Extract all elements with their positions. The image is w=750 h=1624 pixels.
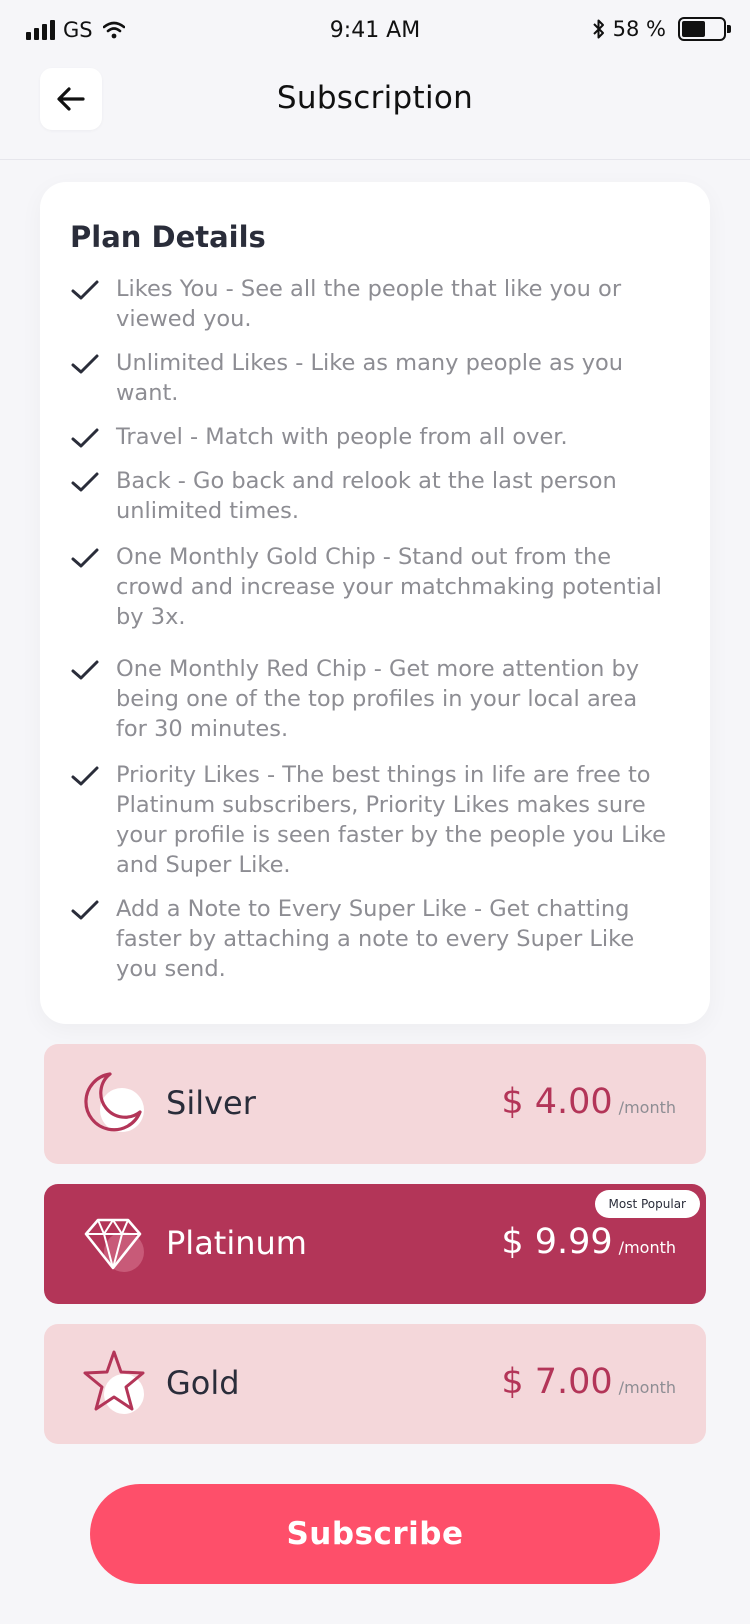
plan-details-title: Plan Details bbox=[70, 220, 266, 254]
battery-percent: 58 % bbox=[612, 17, 666, 41]
battery-nub bbox=[727, 25, 731, 33]
bluetooth-icon bbox=[592, 19, 604, 39]
feature-item: Back - Go back and relook at the last pe… bbox=[70, 466, 672, 526]
feature-text: Priority Likes - The best things in life… bbox=[116, 762, 667, 878]
price-amount: $ 7.00 bbox=[501, 1362, 613, 1402]
price-period: /month bbox=[618, 1238, 676, 1257]
feature-item: One Monthly Red Chip - Get more attentio… bbox=[70, 654, 672, 744]
tier-platinum[interactable]: Most Popular Platinum $ 9.99 /month bbox=[44, 1184, 706, 1304]
status-right: 58 % bbox=[591, 17, 731, 41]
status-bar: GS 9:41 AM 58 % bbox=[0, 0, 750, 60]
feature-text: Add a Note to Every Super Like - Get cha… bbox=[116, 896, 635, 982]
star-icon bbox=[83, 1350, 145, 1414]
feature-text: One Monthly Red Chip - Get more attentio… bbox=[116, 656, 640, 742]
price-period: /month bbox=[618, 1098, 676, 1117]
feature-text: Unlimited Likes - Like as many people as… bbox=[116, 350, 624, 406]
moon-icon bbox=[84, 1072, 144, 1132]
price-amount: $ 4.00 bbox=[501, 1082, 613, 1122]
check-icon bbox=[71, 660, 99, 680]
check-icon bbox=[71, 766, 99, 786]
feature-item: One Monthly Gold Chip - Stand out from t… bbox=[70, 542, 672, 632]
diamond-icon bbox=[84, 1218, 144, 1272]
check-icon bbox=[71, 354, 99, 374]
page-title: Subscription bbox=[276, 80, 474, 116]
most-popular-badge: Most Popular bbox=[594, 1190, 700, 1218]
feature-text: Likes You - See all the people that like… bbox=[116, 276, 622, 332]
price-amount: $ 9.99 bbox=[501, 1222, 613, 1262]
tier-gold[interactable]: Gold $ 7.00 /month bbox=[44, 1324, 706, 1444]
price-period: /month bbox=[618, 1378, 676, 1397]
feature-text: One Monthly Gold Chip - Stand out from t… bbox=[116, 544, 662, 630]
battery-icon bbox=[678, 17, 731, 41]
plan-details-card: Plan Details Likes You - See all the peo… bbox=[40, 182, 710, 1024]
battery-fill bbox=[682, 21, 705, 37]
header: Subscription bbox=[0, 60, 750, 160]
tier-price: $ 9.99 /month bbox=[501, 1222, 676, 1262]
subscribe-button[interactable]: Subscribe bbox=[90, 1484, 660, 1584]
tier-silver[interactable]: Silver $ 4.00 /month bbox=[44, 1044, 706, 1164]
feature-text: Travel - Match with people from all over… bbox=[116, 424, 568, 450]
feature-item: Travel - Match with people from all over… bbox=[70, 422, 672, 454]
tier-price: $ 4.00 /month bbox=[501, 1082, 676, 1122]
tier-name: Silver bbox=[166, 1084, 256, 1122]
feature-text: Back - Go back and relook at the last pe… bbox=[116, 468, 617, 524]
feature-item: Unlimited Likes - Like as many people as… bbox=[70, 348, 672, 408]
tier-price: $ 7.00 /month bbox=[501, 1362, 676, 1402]
check-icon bbox=[71, 548, 99, 568]
tier-name: Gold bbox=[166, 1364, 240, 1402]
feature-item: Likes You - See all the people that like… bbox=[70, 274, 672, 334]
check-icon bbox=[71, 900, 99, 920]
check-icon bbox=[71, 280, 99, 300]
check-icon bbox=[71, 472, 99, 492]
feature-item: Add a Note to Every Super Like - Get cha… bbox=[70, 894, 672, 984]
check-icon bbox=[71, 428, 99, 448]
feature-item: Priority Likes - The best things in life… bbox=[70, 760, 672, 880]
tier-name: Platinum bbox=[166, 1224, 307, 1262]
